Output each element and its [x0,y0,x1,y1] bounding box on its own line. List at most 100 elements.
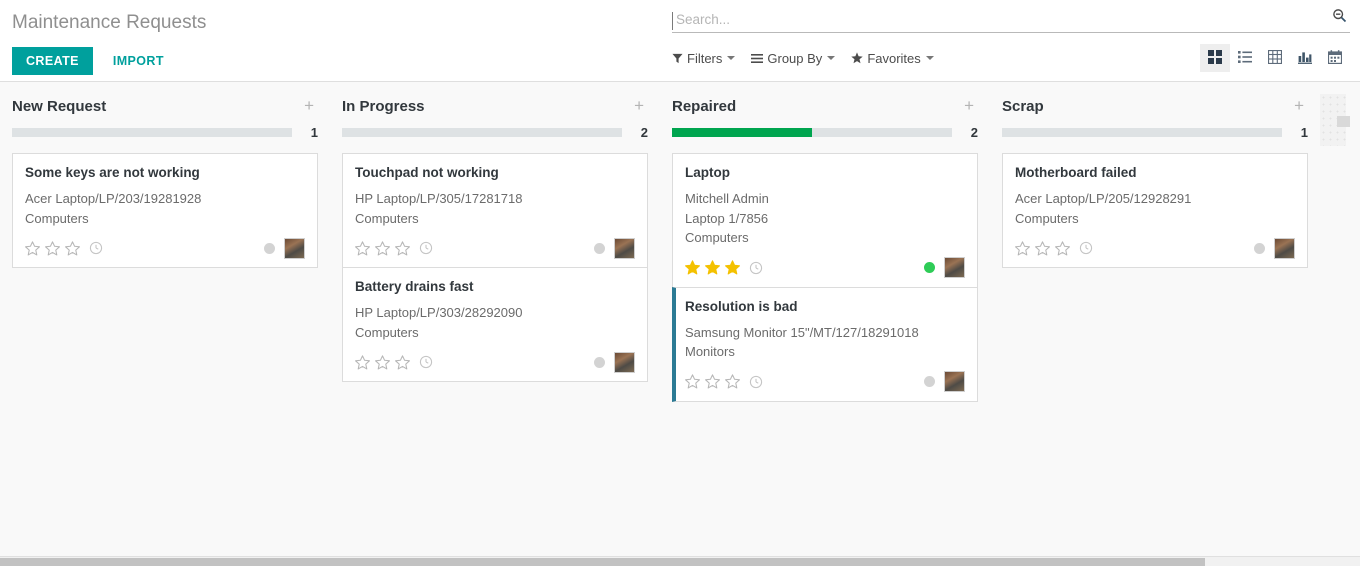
kanban-column: New Request +1 Some keys are not working Ac… [0,82,330,554]
favorites-dropdown[interactable]: Favorites [851,50,934,66]
search-input[interactable] [672,12,1328,30]
clock-icon[interactable] [419,241,433,255]
card-title: Touchpad not working [355,165,499,180]
filters-dropdown[interactable]: Filters [672,51,736,66]
priority-star[interactable] [1015,240,1030,256]
card-footer [355,351,635,373]
progress-track[interactable] [342,127,622,137]
avatar[interactable] [614,237,635,259]
partial-column-surface [1320,94,1350,146]
avatar[interactable] [284,237,305,259]
funnel-icon [672,53,683,64]
column-title: Scrap [1002,97,1044,115]
priority-star[interactable] [395,354,410,370]
column-cards: Touchpad not working HP Laptop/LP/305/172… [336,139,654,382]
kanban-card[interactable]: Motherboard failed Acer Laptop/LP/205/129… [1002,153,1308,268]
column-cards: Laptop Mitchell Admin Laptop 1/7856 Compute… [666,139,984,402]
priority-star[interactable] [685,374,700,389]
bars-icon [751,53,764,64]
plus-icon[interactable]: + [300,97,318,114]
list-icon [1238,50,1252,67]
status-badge[interactable] [594,356,605,368]
progress-track[interactable] [12,127,292,137]
status-badge[interactable] [924,262,935,273]
priority-star[interactable] [65,240,80,256]
priority-stars[interactable] [25,240,85,256]
avatar[interactable] [1274,237,1295,259]
column-progress-row: 1 [12,125,318,140]
column-progress-row: 2 [672,125,978,140]
status-badge[interactable] [1254,242,1265,254]
column-title-row: Scrap + [1002,94,1308,118]
priority-star[interactable] [375,240,390,256]
kanban-card[interactable]: Laptop Mitchell Admin Laptop 1/7856 Compute… [672,153,978,287]
favorites-label: Favorites [867,50,921,66]
clock-icon[interactable] [1079,241,1093,255]
priority-star[interactable] [375,354,390,370]
group-by-label: Group By [767,50,823,66]
column-cards: Motherboard failed Acer Laptop/LP/205/129… [996,139,1314,268]
search-minus-icon[interactable] [1328,8,1350,30]
priority-star[interactable] [725,374,740,389]
plus-icon[interactable]: + [630,97,648,114]
card-detail-line: HP Laptop/LP/305/17281718 [355,191,523,206]
progress-track[interactable] [1002,127,1282,137]
priority-stars[interactable] [355,354,415,370]
priority-star[interactable] [725,260,740,275]
plus-icon[interactable]: + [1290,97,1308,114]
clock-icon[interactable] [749,375,763,389]
avatar[interactable] [944,257,965,278]
partial-column-handle[interactable] [1337,116,1350,127]
scrollbar-thumb[interactable] [0,558,1205,566]
view-button-calendar[interactable] [1320,44,1350,72]
priority-star[interactable] [355,354,370,370]
priority-stars[interactable] [355,240,415,256]
priority-star[interactable] [685,260,700,275]
control-panel-right: Filters Group By [672,0,1350,77]
kanban-columns: New Request +1 Some keys are not working Ac… [0,82,1360,554]
plus-icon[interactable]: + [960,97,978,114]
priority-star[interactable] [1035,240,1050,256]
horizontal-scrollbar[interactable] [0,556,1360,566]
view-button-kanban[interactable] [1200,44,1230,72]
column-title: New Request [12,97,107,115]
progress-track[interactable] [672,127,952,137]
view-button-pivot[interactable] [1260,44,1290,72]
card-footer [685,371,965,393]
column-title-row: In Progress + [342,94,648,118]
priority-star[interactable] [1055,240,1070,256]
priority-star[interactable] [705,260,720,275]
card-detail-line: Monitors [685,344,735,359]
status-badge[interactable] [924,376,935,387]
priority-star[interactable] [355,240,370,256]
priority-stars[interactable] [685,260,745,275]
priority-stars[interactable] [1015,240,1075,256]
avatar[interactable] [944,371,965,392]
clock-icon[interactable] [419,355,433,369]
kanban-card[interactable]: Battery drains fast HP Laptop/LP/303/2829… [342,267,648,382]
priority-star[interactable] [25,240,40,256]
avatar[interactable] [614,351,635,373]
priority-star[interactable] [45,240,60,256]
status-badge[interactable] [264,242,275,254]
status-badge[interactable] [594,242,605,254]
kanban-column-partial[interactable] [1320,82,1350,554]
group-by-dropdown[interactable]: Group By [751,50,836,66]
kanban-card[interactable]: Some keys are not working Acer Laptop/LP/… [12,153,318,268]
clock-icon[interactable] [749,261,763,275]
star-icon [851,52,864,64]
priority-star[interactable] [395,240,410,256]
priority-stars[interactable] [685,374,745,389]
clock-icon[interactable] [89,241,103,255]
create-button[interactable]: CREATE [12,47,93,75]
search-bar[interactable] [672,0,1350,33]
kanban-card[interactable]: Touchpad not working HP Laptop/LP/305/172… [342,153,648,267]
column-header: New Request +1 [6,82,324,140]
view-button-list[interactable] [1230,44,1260,72]
card-title: Resolution is bad [685,298,798,314]
kanban-card[interactable]: Resolution is bad Samsung Monitor 15"/MT/… [672,286,978,402]
priority-star[interactable] [705,374,720,389]
view-button-graph[interactable] [1290,44,1320,72]
import-button[interactable]: IMPORT [101,47,176,75]
card-footer-right [924,257,965,278]
